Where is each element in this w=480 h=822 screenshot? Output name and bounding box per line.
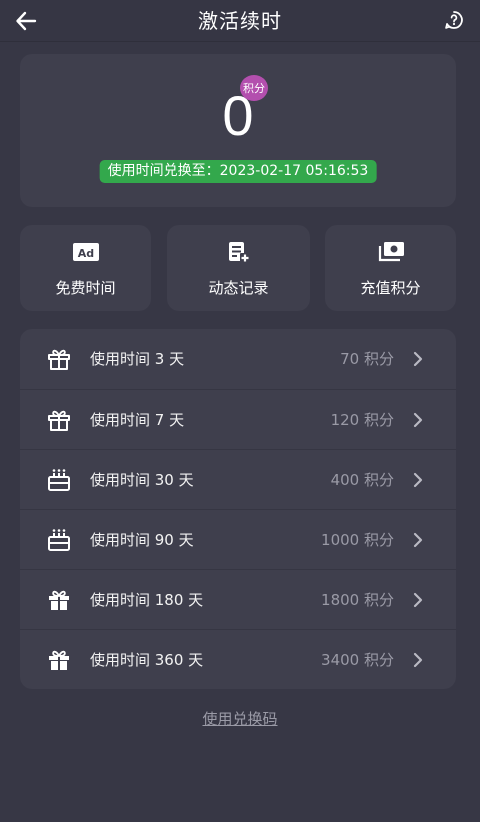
gift-filled-icon [49, 650, 69, 670]
plan-list: 使用时间 3 天 70 积分 使用时间 7 天 120 积分 使用时间 30 天… [20, 329, 456, 689]
recharge-points-label: 充值积分 [360, 279, 421, 297]
chevron-right-icon [413, 532, 423, 548]
plan-row-30-days[interactable]: 使用时间 30 天 400 积分 [20, 449, 456, 509]
ad-icon: Ad [72, 243, 99, 261]
chevron-right-icon [413, 472, 423, 488]
plan-name: 使用时间 90 天 [90, 531, 194, 549]
action-tiles: Ad 免费时间 动态记录 充值积分 [20, 225, 456, 311]
help-button[interactable] [442, 8, 466, 32]
plan-row-180-days[interactable]: 使用时间 180 天 1800 积分 [20, 569, 456, 629]
plan-cost: 1800 积分 [321, 591, 394, 609]
points-badge: 积分 [240, 75, 268, 101]
plan-cost: 70 积分 [340, 350, 394, 368]
points-card: 0 积分 使用时间兑换至：2023-02-17 05:16:53 [20, 54, 456, 207]
chevron-right-icon [413, 592, 423, 608]
top-bar: 激活续时 [0, 0, 480, 42]
gift-icon [48, 410, 70, 431]
record-add-icon [228, 242, 250, 263]
plan-row-3-days[interactable]: 使用时间 3 天 70 积分 [20, 329, 456, 389]
plan-cost: 1000 积分 [321, 531, 394, 549]
free-time-button[interactable]: Ad 免费时间 [20, 225, 151, 311]
cake-icon [48, 529, 70, 551]
plan-name: 使用时间 3 天 [90, 350, 185, 368]
gift-filled-icon [49, 590, 69, 610]
cake-icon [48, 469, 70, 491]
plan-cost: 120 积分 [330, 411, 394, 429]
chevron-right-icon [413, 652, 423, 668]
redeem-code-label: 使用兑换码 [202, 710, 278, 728]
recharge-points-button[interactable]: 充值积分 [325, 225, 456, 311]
plan-name: 使用时间 7 天 [90, 411, 185, 429]
page-title: 激活续时 [198, 9, 282, 33]
plan-name: 使用时间 180 天 [90, 591, 204, 609]
money-icon [378, 242, 404, 262]
plan-row-7-days[interactable]: 使用时间 7 天 120 积分 [20, 389, 456, 449]
plan-row-90-days[interactable]: 使用时间 90 天 1000 积分 [20, 509, 456, 569]
chevron-right-icon [413, 351, 423, 367]
help-circle-icon [445, 11, 463, 29]
activity-log-label: 动态记录 [208, 279, 269, 297]
chevron-right-icon [413, 412, 423, 428]
redeem-code-link[interactable]: 使用兑换码 [0, 708, 480, 729]
free-time-label: 免费时间 [55, 279, 116, 297]
points-balance: 0 [222, 84, 254, 147]
plan-name: 使用时间 30 天 [90, 471, 194, 489]
expiry-badge: 使用时间兑换至：2023-02-17 05:16:53 [99, 160, 377, 183]
plan-cost: 3400 积分 [321, 651, 394, 669]
activity-log-button[interactable]: 动态记录 [167, 225, 310, 311]
gift-icon [48, 349, 70, 370]
svg-text:Ad: Ad [77, 247, 93, 260]
plan-name: 使用时间 360 天 [90, 651, 204, 669]
plan-row-360-days[interactable]: 使用时间 360 天 3400 积分 [20, 629, 456, 689]
plan-cost: 400 积分 [330, 471, 394, 489]
